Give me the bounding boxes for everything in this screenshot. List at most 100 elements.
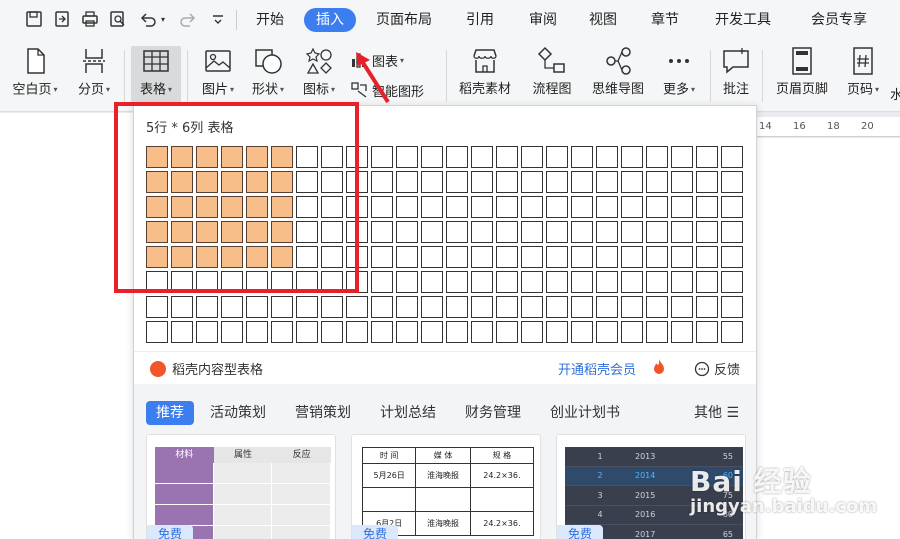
table-grid-cell[interactable]: [196, 196, 218, 218]
table-grid-cell[interactable]: [546, 171, 568, 193]
table-grid-cell[interactable]: [596, 321, 618, 343]
table-grid-cell[interactable]: [696, 321, 718, 343]
table-grid-cell[interactable]: [296, 271, 318, 293]
table-grid-cell[interactable]: [446, 321, 468, 343]
table-grid-cell[interactable]: [371, 171, 393, 193]
table-grid-cell[interactable]: [146, 246, 168, 268]
table-grid-cell[interactable]: [421, 146, 443, 168]
table-grid-cell[interactable]: [546, 196, 568, 218]
table-grid-cell[interactable]: [196, 321, 218, 343]
table-grid-cell[interactable]: [596, 296, 618, 318]
table-grid-cell[interactable]: [146, 196, 168, 218]
table-grid-cell[interactable]: [696, 221, 718, 243]
more-categories-button[interactable]: 其他 ☰: [694, 401, 739, 425]
table-grid-cell[interactable]: [721, 246, 743, 268]
table-grid-cell[interactable]: [646, 246, 668, 268]
table-grid-cell[interactable]: [171, 296, 193, 318]
table-grid-cell[interactable]: [396, 146, 418, 168]
table-grid-cell[interactable]: [271, 271, 293, 293]
save-icon[interactable]: [24, 9, 44, 29]
table-grid-cell[interactable]: [321, 246, 343, 268]
table-grid-cell[interactable]: [571, 196, 593, 218]
table-grid-cell[interactable]: [471, 171, 493, 193]
table-grid-cell[interactable]: [671, 196, 693, 218]
table-grid-cell[interactable]: [346, 196, 368, 218]
document-page-right[interactable]: [757, 138, 900, 539]
table-grid-cell[interactable]: [721, 271, 743, 293]
more-button[interactable]: 更多 ▾: [656, 46, 702, 106]
table-grid-cell[interactable]: [321, 321, 343, 343]
table-grid-cell[interactable]: [596, 221, 618, 243]
table-grid-cell[interactable]: [321, 296, 343, 318]
table-grid-cell[interactable]: [246, 171, 268, 193]
print-icon[interactable]: [80, 9, 100, 29]
table-grid-cell[interactable]: [546, 146, 568, 168]
table-grid-cell[interactable]: [196, 146, 218, 168]
table-grid-cell[interactable]: [646, 171, 668, 193]
table-grid-cell[interactable]: [196, 221, 218, 243]
table-grid-cell[interactable]: [596, 196, 618, 218]
table-grid-cell[interactable]: [271, 246, 293, 268]
table-size-grid[interactable]: [146, 146, 746, 346]
shapes-button[interactable]: 形状 ▾: [245, 46, 291, 106]
table-grid-cell[interactable]: [321, 196, 343, 218]
table-grid-cell[interactable]: [571, 246, 593, 268]
table-grid-cell[interactable]: [646, 221, 668, 243]
table-grid-cell[interactable]: [296, 321, 318, 343]
redo-icon[interactable]: [178, 9, 198, 29]
table-grid-cell[interactable]: [521, 321, 543, 343]
table-grid-cell[interactable]: [621, 271, 643, 293]
flowchart-button[interactable]: 流程图: [527, 46, 577, 106]
table-grid-cell[interactable]: [246, 221, 268, 243]
table-grid-cell[interactable]: [371, 196, 393, 218]
table-grid-cell[interactable]: [696, 271, 718, 293]
table-grid-cell[interactable]: [646, 146, 668, 168]
table-grid-cell[interactable]: [146, 296, 168, 318]
table-grid-cell[interactable]: [671, 221, 693, 243]
template-card[interactable]: 材料 属性 反应 免费: [146, 434, 336, 539]
table-grid-cell[interactable]: [521, 146, 543, 168]
table-grid-cell[interactable]: [171, 246, 193, 268]
mindmap-button[interactable]: 思维导图: [586, 46, 650, 106]
table-grid-cell[interactable]: [521, 271, 543, 293]
table-grid-cell[interactable]: [446, 221, 468, 243]
table-grid-cell[interactable]: [196, 246, 218, 268]
table-grid-cell[interactable]: [221, 196, 243, 218]
table-grid-cell[interactable]: [171, 221, 193, 243]
table-grid-cell[interactable]: [621, 146, 643, 168]
feedback-button[interactable]: 反馈: [694, 359, 740, 378]
table-grid-cell[interactable]: [646, 296, 668, 318]
table-grid-cell[interactable]: [621, 296, 643, 318]
table-grid-cell[interactable]: [396, 246, 418, 268]
table-grid-cell[interactable]: [346, 296, 368, 318]
table-grid-cell[interactable]: [546, 296, 568, 318]
table-grid-cell[interactable]: [621, 246, 643, 268]
chart-button[interactable]: 图表 ▾: [350, 50, 404, 70]
table-grid-cell[interactable]: [621, 196, 643, 218]
table-grid-cell[interactable]: [571, 221, 593, 243]
table-grid-cell[interactable]: [171, 146, 193, 168]
table-grid-cell[interactable]: [471, 196, 493, 218]
table-grid-cell[interactable]: [396, 296, 418, 318]
category-tab-recommended[interactable]: 推荐: [146, 401, 194, 425]
table-grid-cell[interactable]: [496, 221, 518, 243]
icons-button[interactable]: 图标 ▾: [296, 46, 342, 106]
table-grid-cell[interactable]: [571, 296, 593, 318]
table-grid-cell[interactable]: [696, 171, 718, 193]
category-tab-marketing[interactable]: 营销策划: [295, 401, 351, 425]
table-grid-cell[interactable]: [671, 321, 693, 343]
table-grid-cell[interactable]: [646, 196, 668, 218]
header-footer-button[interactable]: 页眉页脚: [770, 46, 834, 106]
tab-references[interactable]: 引用: [460, 8, 500, 32]
table-grid-cell[interactable]: [421, 171, 443, 193]
table-grid-cell[interactable]: [496, 296, 518, 318]
table-grid-cell[interactable]: [346, 171, 368, 193]
template-card[interactable]: 时 间 媒 体 规 格 5月26日 淮海晚报 24.2×36. 6月2日 淮海晚…: [351, 434, 541, 539]
table-grid-cell[interactable]: [696, 246, 718, 268]
table-grid-cell[interactable]: [146, 146, 168, 168]
customize-toolbar-icon[interactable]: [208, 9, 228, 29]
table-grid-cell[interactable]: [171, 321, 193, 343]
table-grid-cell[interactable]: [146, 221, 168, 243]
table-grid-cell[interactable]: [246, 321, 268, 343]
table-grid-cell[interactable]: [671, 246, 693, 268]
